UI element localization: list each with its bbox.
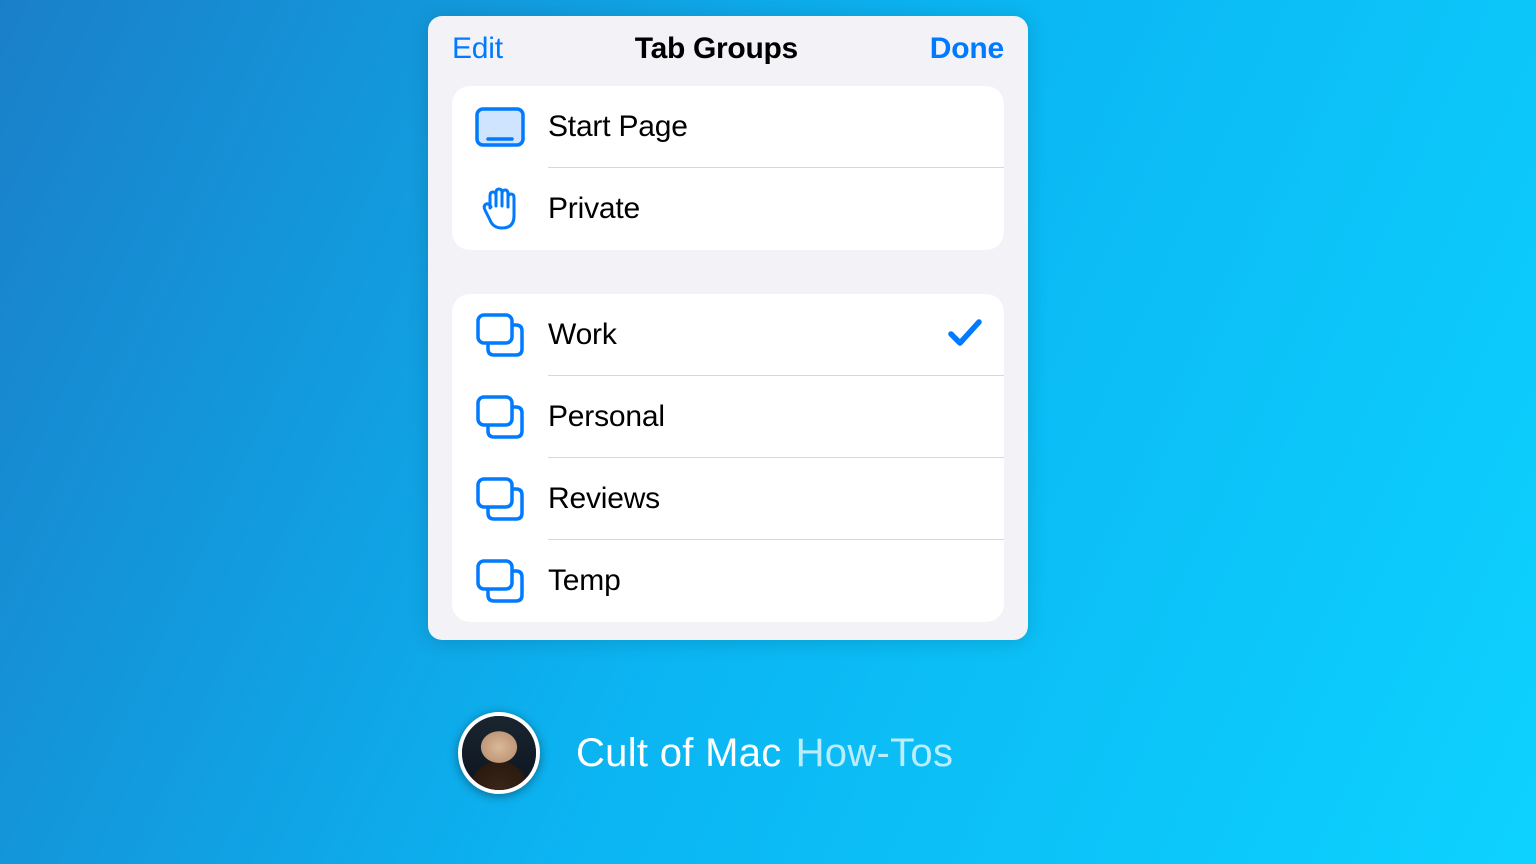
- default-tabs-group: Start Page Private: [452, 86, 1004, 250]
- branding-footer: Cult of Mac How-Tos: [458, 712, 953, 794]
- private-row[interactable]: Private: [452, 168, 1004, 250]
- footer-text: Cult of Mac How-Tos: [576, 731, 953, 776]
- nav-bar: Edit Tab Groups Done: [428, 16, 1028, 86]
- user-tab-groups: Work Personal: [452, 294, 1004, 622]
- tabs-icon: [472, 477, 528, 521]
- start-page-label: Start Page: [548, 110, 982, 144]
- avatar-image: [462, 716, 536, 790]
- tabs-icon: [472, 395, 528, 439]
- nav-title: Tab Groups: [635, 32, 798, 66]
- tabs-icon: [472, 559, 528, 603]
- tab-group-label: Reviews: [548, 482, 982, 516]
- tab-group-personal[interactable]: Personal: [452, 376, 1004, 458]
- private-label: Private: [548, 192, 982, 226]
- tabs-icon: [472, 313, 528, 357]
- tab-group-label: Work: [548, 318, 948, 352]
- hand-icon: [472, 186, 528, 232]
- section-name: How-Tos: [796, 731, 954, 776]
- tab-group-label: Personal: [548, 400, 982, 434]
- checkmark-icon: [948, 318, 982, 353]
- tab-groups-panel: Edit Tab Groups Done Start Page Private: [428, 16, 1028, 640]
- tab-group-label: Temp: [548, 564, 982, 598]
- tab-group-temp[interactable]: Temp: [452, 540, 1004, 622]
- edit-button[interactable]: Edit: [452, 32, 503, 66]
- tab-group-work[interactable]: Work: [452, 294, 1004, 376]
- done-button[interactable]: Done: [930, 32, 1004, 66]
- start-page-row[interactable]: Start Page: [452, 86, 1004, 168]
- brand-name: Cult of Mac: [576, 731, 782, 776]
- tab-group-reviews[interactable]: Reviews: [452, 458, 1004, 540]
- start-page-icon: [472, 107, 528, 147]
- avatar: [458, 712, 540, 794]
